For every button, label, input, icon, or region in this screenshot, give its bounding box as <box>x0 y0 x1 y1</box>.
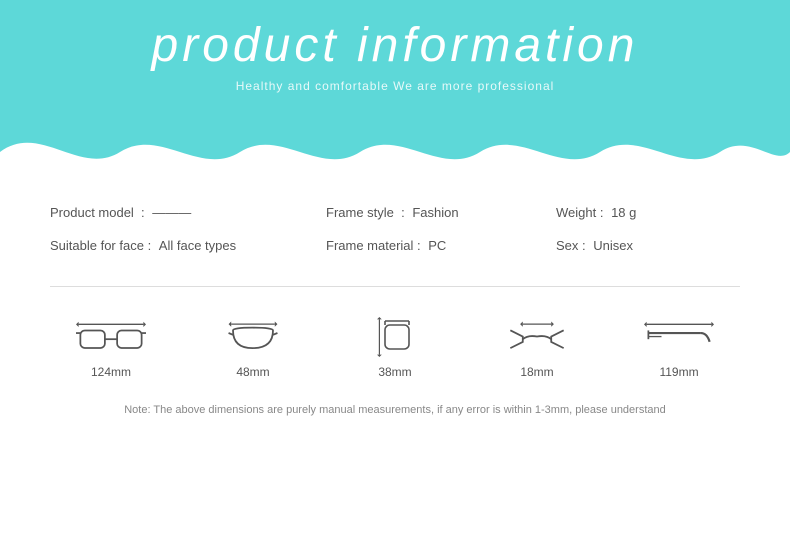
material-value: PC <box>428 238 446 253</box>
info-group-sex: Sex : Unisex <box>556 238 740 253</box>
lens-width-label: 48mm <box>236 365 269 379</box>
face-sep: : <box>144 238 155 253</box>
full-width-label: 124mm <box>91 365 131 379</box>
material-label: Frame material <box>326 238 413 253</box>
measure-bridge: 18mm <box>502 317 572 379</box>
sex-value: Unisex <box>593 238 633 253</box>
info-row-2: Suitable for face : All face types Frame… <box>50 238 740 253</box>
info-group-face: Suitable for face : All face types <box>50 238 326 253</box>
section-divider <box>50 286 740 287</box>
model-label: Product model <box>50 205 134 220</box>
weight-value: 18 g <box>611 205 636 220</box>
sex-sep: : <box>578 238 589 253</box>
info-group-material: Frame material : PC <box>326 238 556 253</box>
measure-temple: 119mm <box>644 317 714 379</box>
model-sep: : <box>134 205 148 220</box>
measure-full-width: 124mm <box>76 317 146 379</box>
bridge-label: 18mm <box>520 365 553 379</box>
lens-width-icon <box>218 317 288 357</box>
face-value: All face types <box>159 238 236 253</box>
sex-label: Sex <box>556 238 578 253</box>
page-title: product information <box>152 18 639 73</box>
wave-decoration <box>0 122 790 177</box>
info-group-model: Product model : ——— <box>50 205 326 220</box>
info-row-1: Product model : ——— Frame style : Fashio… <box>50 205 740 220</box>
full-width-icon <box>76 317 146 357</box>
measure-lens-height: 38mm <box>360 317 430 379</box>
measurement-note: Note: The above dimensions are purely ma… <box>0 394 790 426</box>
model-value: ——— <box>152 205 191 220</box>
measure-lens-width: 48mm <box>218 317 288 379</box>
frame-style-value: Fashion <box>412 205 458 220</box>
lens-height-icon <box>360 317 430 357</box>
material-sep: : <box>413 238 424 253</box>
weight-label: Weight <box>556 205 596 220</box>
measurements-section: 124mm 48mm <box>0 307 790 389</box>
frame-style-sep: : <box>394 205 408 220</box>
face-label: Suitable for face <box>50 238 144 253</box>
weight-sep: : <box>596 205 607 220</box>
frame-style-label: Frame style <box>326 205 394 220</box>
header-subtitle: Healthy and comfortable We are more prof… <box>236 79 555 93</box>
temple-label: 119mm <box>659 365 698 379</box>
temple-icon <box>644 317 714 357</box>
info-group-frame-style: Frame style : Fashion <box>326 205 556 220</box>
header-section: product information Healthy and comforta… <box>0 0 790 175</box>
bridge-icon <box>502 317 572 357</box>
info-group-weight: Weight : 18 g <box>556 205 740 220</box>
product-info-section: Product model : ——— Frame style : Fashio… <box>0 175 790 286</box>
lens-height-label: 38mm <box>378 365 411 379</box>
